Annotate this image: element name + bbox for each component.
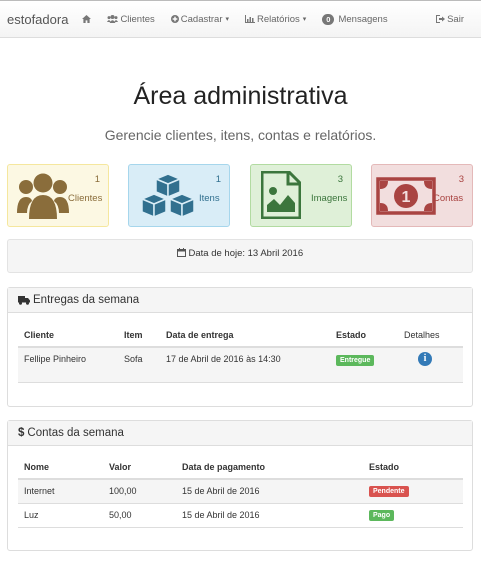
image-file-icon xyxy=(261,171,301,219)
tile-contas-label: Contas xyxy=(433,193,464,204)
table-row: Luz 50,00 15 de Abril de 2016 Pago xyxy=(18,503,463,528)
cubes-icon xyxy=(140,173,196,219)
page-title: Área administrativa xyxy=(133,82,348,110)
calendar-icon xyxy=(176,248,186,257)
nav-clientes[interactable]: Clientes xyxy=(107,13,155,25)
nav-sair[interactable]: Sair xyxy=(436,14,464,25)
brand-link[interactable]: estofadora xyxy=(7,12,68,27)
tile-itens-label: Itens xyxy=(199,193,220,204)
deliveries-panel-header: Entregas da semana xyxy=(8,288,472,313)
svg-text:1: 1 xyxy=(402,189,411,206)
users-icon xyxy=(107,15,119,23)
date-text: Data de hoje: 13 Abril 2016 xyxy=(188,248,304,259)
accounts-panel: $ Contas da semana Nome Valor Data de pa… xyxy=(7,420,473,551)
nav-relatorios-dropdown[interactable]: Relatórios ▾ xyxy=(245,14,306,25)
tile-imagens-label: Imagens xyxy=(311,193,348,204)
nav-mensagens[interactable]: 0 Mensagens xyxy=(322,13,388,25)
nav-cadastrar-label: Cadastrar xyxy=(180,13,223,25)
col-nome: Nome xyxy=(18,456,103,480)
col-detalhes: Detalhes xyxy=(398,324,463,348)
caret-down-icon: ▾ xyxy=(302,16,307,23)
nav-cadastrar-dropdown[interactable]: Cadastrar ▾ xyxy=(170,13,229,25)
messages-count-badge: 0 xyxy=(322,13,335,25)
nav-clientes-label: Clientes xyxy=(120,13,155,25)
cell-data: 15 de Abril de 2016 xyxy=(176,479,363,504)
deliveries-panel: Entregas da semana Cliente Item Data de … xyxy=(7,287,473,407)
date-well: Data de hoje: 13 Abril 2016 xyxy=(7,239,473,273)
col-estado: Estado xyxy=(363,456,463,480)
nav-relatorios-label: Relatórios xyxy=(257,13,300,25)
tile-clientes[interactable]: 1 Clientes xyxy=(7,164,109,227)
table-header-row: Nome Valor Data de pagamento Estado xyxy=(18,456,463,480)
cell-estado: Entregue xyxy=(330,347,398,383)
tile-imagens[interactable]: 3 Imagens xyxy=(250,164,352,227)
status-badge: Pendente xyxy=(369,486,409,498)
cell-cliente: Fellipe Pinheiro xyxy=(18,347,118,383)
bar-chart-icon xyxy=(245,15,255,23)
tile-contas-count: 3 xyxy=(458,174,464,185)
table-header-row: Cliente Item Data de entrega Estado Deta… xyxy=(18,324,463,348)
deliveries-table: Cliente Item Data de entrega Estado Deta… xyxy=(18,324,463,383)
nav-home[interactable] xyxy=(82,15,92,23)
tile-clientes-count: 1 xyxy=(94,174,100,185)
table-row: Fellipe Pinheiro Sofa 17 de Abril de 201… xyxy=(18,347,463,383)
col-data-pagamento: Data de pagamento xyxy=(176,456,363,480)
nav-mensagens-label: Mensagens xyxy=(338,13,388,25)
tile-itens-count: 1 xyxy=(215,174,221,185)
cell-detalhes: i xyxy=(398,347,463,383)
tile-imagens-count: 3 xyxy=(337,174,343,185)
accounts-table: Nome Valor Data de pagamento Estado Inte… xyxy=(18,456,463,528)
page-subtitle: Gerencie clientes, itens, contas e relat… xyxy=(104,127,377,143)
cell-valor: 50,00 xyxy=(103,503,176,528)
cell-nome: Luz xyxy=(18,503,103,528)
accounts-panel-header: $ Contas da semana xyxy=(8,421,472,446)
accounts-panel-title: Contas da semana xyxy=(27,427,124,439)
status-badge: Entregue xyxy=(336,355,375,366)
cell-nome: Internet xyxy=(18,479,103,504)
col-valor: Valor xyxy=(103,456,176,480)
cell-estado: Pago xyxy=(363,503,463,528)
plus-circle-icon xyxy=(170,15,179,23)
home-icon xyxy=(82,15,92,23)
info-icon[interactable]: i xyxy=(418,352,432,366)
deliveries-panel-title: Entregas da semana xyxy=(33,294,140,306)
cell-data: 15 de Abril de 2016 xyxy=(176,503,363,528)
col-item: Item xyxy=(118,324,160,348)
navbar: estofadora Clientes Cadastrar ▾ Relatóri… xyxy=(0,0,481,38)
tile-contas[interactable]: 1 3 Contas xyxy=(371,164,473,227)
status-badge: Pago xyxy=(369,510,395,521)
col-cliente: Cliente xyxy=(18,324,118,348)
table-row: Internet 100,00 15 de Abril de 2016 Pend… xyxy=(18,479,463,504)
col-estado: Estado xyxy=(330,324,398,348)
cell-data: 17 de Abril de 2016 às 14:30 xyxy=(160,347,330,383)
cell-valor: 100,00 xyxy=(103,479,176,504)
tile-itens[interactable]: 1 Itens xyxy=(128,164,230,227)
cell-estado: Pendente xyxy=(363,479,463,504)
cell-item: Sofa xyxy=(118,347,160,383)
users-icon xyxy=(17,173,69,219)
tile-clientes-label: Clientes xyxy=(68,193,103,204)
truck-icon xyxy=(18,295,30,305)
money-icon: 1 xyxy=(376,177,436,215)
nav-sair-label: Sair xyxy=(447,13,464,25)
dollar-icon: $ xyxy=(18,427,25,439)
col-data-entrega: Data de entrega xyxy=(160,324,330,348)
caret-down-icon: ▾ xyxy=(225,16,229,23)
sign-out-icon xyxy=(436,15,446,23)
